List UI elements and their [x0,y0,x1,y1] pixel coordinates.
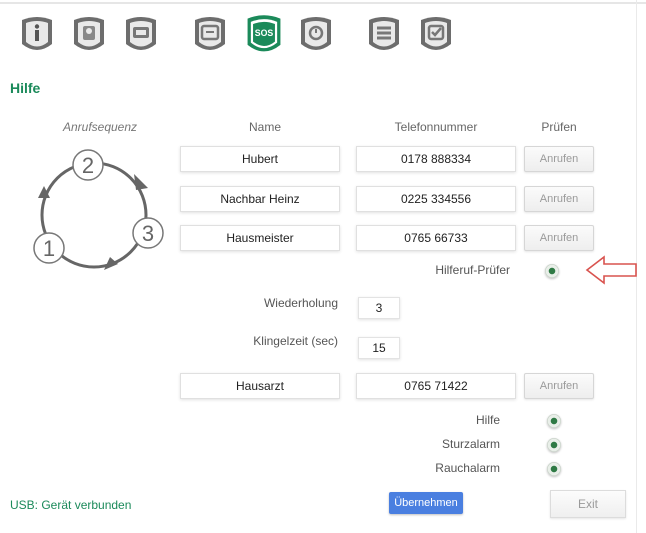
usb-status: USB: Gerät verbunden [10,498,132,512]
contact-1-call-button[interactable]: Anrufen [524,146,594,172]
exit-button[interactable]: Exit [550,490,626,518]
contact-2-call-button[interactable]: Anrufen [524,186,594,212]
sequence-step-2: 2 [82,153,94,178]
name-header: Name [248,120,281,134]
sos-label: SOS [255,28,274,38]
contact-1-name[interactable]: Hubert [180,146,340,172]
check-tab-icon[interactable] [417,14,455,56]
call-sequence-diagram: 2 3 1 [33,149,164,270]
phone-header: Telefonnummer [394,120,478,134]
doctor-call-button[interactable]: Anrufen [524,373,594,399]
top-border [0,2,646,4]
helper-check-label: Hilferuf-Prüfer [435,263,510,277]
repeat-label: Wiederholung [263,296,338,310]
doctor-name[interactable]: Hausarzt [180,373,340,399]
apply-button[interactable]: Übernehmen [389,492,463,514]
contact-2-name[interactable]: Nachbar Heinz [180,186,340,212]
helper-check-radio[interactable] [545,264,559,278]
alarm-smoke-radio[interactable] [547,462,561,476]
settings-tab-icon[interactable] [365,14,403,56]
contact-2-phone[interactable]: 0225 334556 [356,186,516,212]
page-title: Hilfe [10,80,41,96]
sequence-step-3: 3 [142,221,154,246]
contact-3-phone[interactable]: 0765 66733 [356,225,516,251]
contact-3-name[interactable]: Hausmeister [180,225,340,251]
alarm-smoke-label: Rauchalarm [435,461,500,475]
timer-tab-icon[interactable] [297,14,335,56]
annotation-arrow-icon [585,255,637,285]
ring-time-label: Klingelzeit (sec) [253,334,338,348]
clock-tab-icon[interactable] [191,14,229,56]
sequence-step-1: 1 [43,236,55,261]
info-tab-icon[interactable] [18,14,56,56]
doctor-phone[interactable]: 0765 71422 [356,373,516,399]
ring-time-input[interactable]: 15 [358,337,400,359]
alarm-fall-radio[interactable] [547,438,561,452]
alarm-help-radio[interactable] [547,414,561,428]
sequence-header: Anrufsequenz [62,120,138,134]
alarm-help-label: Hilfe [475,413,500,427]
alarm-fall-label: Sturzalarm [441,437,500,451]
phonebook-tab-icon[interactable] [70,14,108,56]
contact-3-call-button[interactable]: Anrufen [524,225,594,251]
test-header: Prüfen [541,120,577,134]
contact-1-phone[interactable]: 0178 888334 [356,146,516,172]
device-tab-icon[interactable] [122,14,160,56]
sos-tab-icon[interactable]: SOS [243,12,285,58]
repeat-input[interactable]: 3 [358,297,400,319]
